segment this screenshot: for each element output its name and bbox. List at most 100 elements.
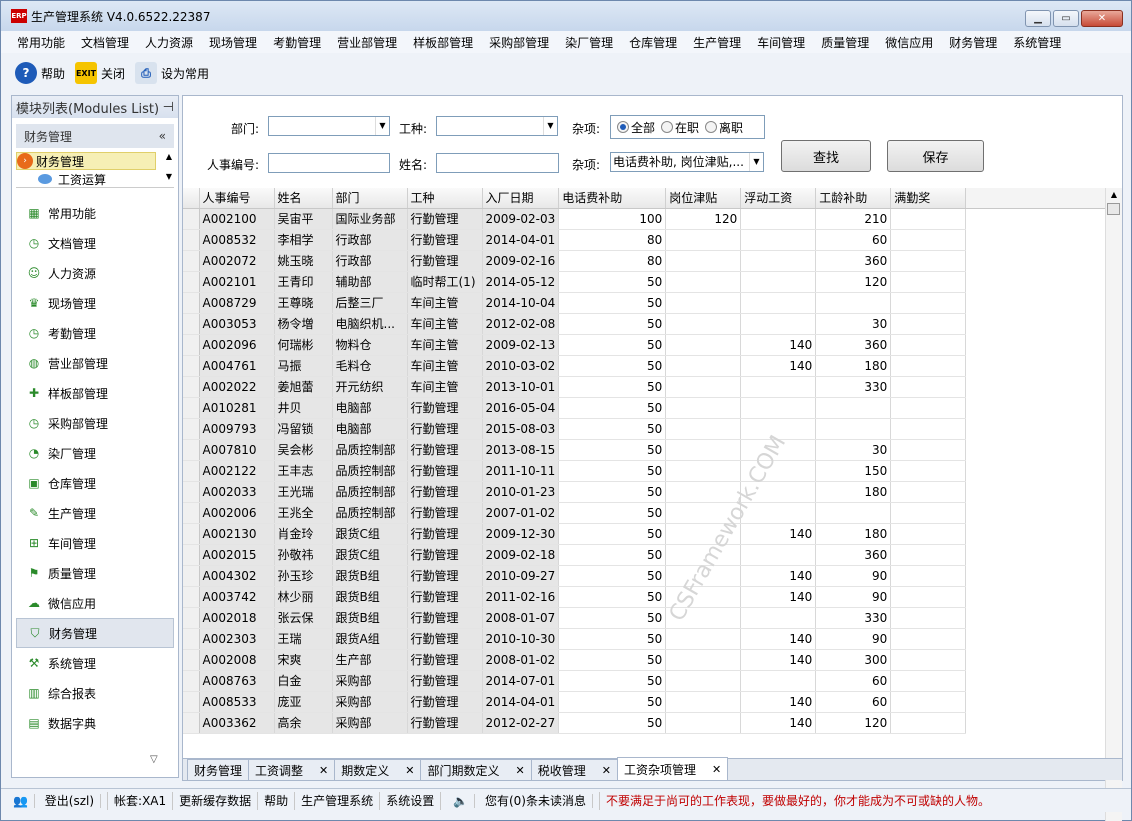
table-cell[interactable]: A002006: [199, 502, 275, 524]
table-cell[interactable]: 50: [558, 292, 667, 314]
table-cell[interactable]: 王瑞: [274, 628, 333, 650]
table-cell[interactable]: 180: [815, 481, 892, 503]
table-cell[interactable]: 毛料仓: [332, 355, 408, 377]
row-selector[interactable]: [183, 649, 200, 671]
column-header[interactable]: 工种: [407, 188, 483, 209]
column-header[interactable]: 姓名: [274, 188, 333, 209]
table-cell[interactable]: 车间主管: [407, 334, 483, 356]
table-cell[interactable]: 2012-02-08: [482, 313, 560, 335]
table-cell[interactable]: 360: [815, 334, 892, 356]
table-cell[interactable]: 2014-07-01: [482, 670, 560, 692]
column-header[interactable]: 浮动工资: [740, 188, 817, 209]
sidebar-item[interactable]: ☺ 人力资源: [12, 258, 178, 288]
table-cell[interactable]: 张云保: [274, 607, 333, 629]
table-cell[interactable]: 30: [815, 439, 892, 461]
table-cell[interactable]: 王光瑞: [274, 481, 333, 503]
table-cell[interactable]: 2016-05-04: [482, 397, 560, 419]
table-cell[interactable]: [890, 460, 967, 482]
table-cell[interactable]: 90: [815, 628, 892, 650]
table-cell[interactable]: 车间主管: [407, 292, 483, 314]
grid-vertical-scrollbar[interactable]: ▲ ▼: [1105, 188, 1122, 821]
sidebar-item[interactable]: ⚒ 系统管理: [12, 648, 178, 678]
table-cell[interactable]: A010281: [199, 397, 275, 419]
row-selector[interactable]: [183, 229, 200, 251]
table-cell[interactable]: 2010-10-30: [482, 628, 560, 650]
table-cell[interactable]: 行勤管理: [407, 250, 483, 272]
table-cell[interactable]: 2015-08-03: [482, 418, 560, 440]
table-cell[interactable]: [740, 313, 817, 335]
table-cell[interactable]: 何瑞彬: [274, 334, 333, 356]
table-cell[interactable]: 行勤管理: [407, 460, 483, 482]
table-row[interactable]: A002015 孙敬祎 跟货C组 行勤管理 2009-02-18 50 360: [183, 544, 1106, 566]
table-row[interactable]: A002008 宋爽 生产部 行勤管理 2008-01-02 50 140 300: [183, 649, 1106, 671]
menu-item[interactable]: 常用功能: [9, 34, 73, 51]
row-selector[interactable]: [183, 418, 200, 440]
refresh-cache-button[interactable]: 更新缓存数据: [173, 791, 259, 810]
table-cell[interactable]: [890, 397, 967, 419]
row-selector[interactable]: [183, 670, 200, 692]
table-cell[interactable]: 行勤管理: [407, 229, 483, 251]
row-selector[interactable]: [183, 439, 200, 461]
column-header[interactable]: 工龄补助: [815, 188, 892, 209]
table-cell[interactable]: 50: [558, 586, 667, 608]
table-cell[interactable]: 电脑织机...: [332, 313, 408, 335]
table-cell[interactable]: [890, 208, 967, 230]
dept-select[interactable]: ▼: [268, 116, 390, 136]
row-selector[interactable]: [183, 523, 200, 545]
table-cell[interactable]: 2008-01-07: [482, 607, 560, 629]
menu-item[interactable]: 财务管理: [941, 34, 1005, 51]
table-cell[interactable]: [665, 712, 742, 734]
table-cell[interactable]: [665, 418, 742, 440]
table-cell[interactable]: [890, 439, 967, 461]
table-cell[interactable]: 电脑部: [332, 418, 408, 440]
row-selector[interactable]: [183, 628, 200, 650]
table-cell[interactable]: [665, 523, 742, 545]
table-cell[interactable]: 50: [558, 481, 667, 503]
row-selector[interactable]: [183, 250, 200, 272]
table-cell[interactable]: 行勤管理: [407, 439, 483, 461]
table-row[interactable]: A007810 吴会彬 品质控制部 行勤管理 2013-08-15 50 30: [183, 439, 1106, 461]
table-cell[interactable]: [665, 439, 742, 461]
scroll-thumb[interactable]: [1107, 203, 1120, 215]
tab-close-icon[interactable]: ✕: [516, 764, 525, 777]
table-cell[interactable]: [815, 418, 892, 440]
table-cell[interactable]: 140: [740, 712, 817, 734]
table-cell[interactable]: [890, 334, 967, 356]
table-cell[interactable]: [665, 649, 742, 671]
table-cell[interactable]: 行勤管理: [407, 481, 483, 503]
table-cell[interactable]: 140: [740, 565, 817, 587]
table-cell[interactable]: 姜旭蕾: [274, 376, 333, 398]
table-cell[interactable]: 50: [558, 670, 667, 692]
table-cell[interactable]: 50: [558, 376, 667, 398]
table-cell[interactable]: 180: [815, 355, 892, 377]
table-cell[interactable]: 50: [558, 523, 667, 545]
table-cell[interactable]: 行政部: [332, 250, 408, 272]
table-cell[interactable]: 180: [815, 523, 892, 545]
table-cell[interactable]: 140: [740, 334, 817, 356]
row-selector[interactable]: [183, 607, 200, 629]
column-header[interactable]: 满勤奖: [890, 188, 967, 209]
table-cell[interactable]: 行勤管理: [407, 544, 483, 566]
table-cell[interactable]: 90: [815, 586, 892, 608]
table-cell[interactable]: 140: [740, 586, 817, 608]
radio-all[interactable]: 全部: [617, 119, 655, 136]
table-cell[interactable]: A002096: [199, 334, 275, 356]
table-cell[interactable]: 80: [558, 250, 667, 272]
table-cell[interactable]: 2009-02-13: [482, 334, 560, 356]
table-row[interactable]: A002122 王丰志 品质控制部 行勤管理 2011-10-11 50 150: [183, 460, 1106, 482]
tab-item[interactable]: 部门期数定义 ✕: [420, 759, 532, 780]
tab-close-icon[interactable]: ✕: [405, 764, 414, 777]
messages-button[interactable]: 🔈 您有(0)条未读消息: [441, 791, 600, 810]
table-cell[interactable]: 行政部: [332, 229, 408, 251]
table-cell[interactable]: A002101: [199, 271, 275, 293]
row-selector[interactable]: [183, 271, 200, 293]
table-cell[interactable]: A004761: [199, 355, 275, 377]
column-header[interactable]: 部门: [332, 188, 408, 209]
table-cell[interactable]: [665, 313, 742, 335]
table-cell[interactable]: A003362: [199, 712, 275, 734]
tab-close-icon[interactable]: ✕: [712, 763, 721, 776]
table-cell[interactable]: [665, 292, 742, 314]
logout-button[interactable]: 👥 登出(szl): [1, 791, 109, 810]
table-cell[interactable]: [665, 355, 742, 377]
sidebar-item[interactable]: ◷ 考勤管理: [12, 318, 178, 348]
